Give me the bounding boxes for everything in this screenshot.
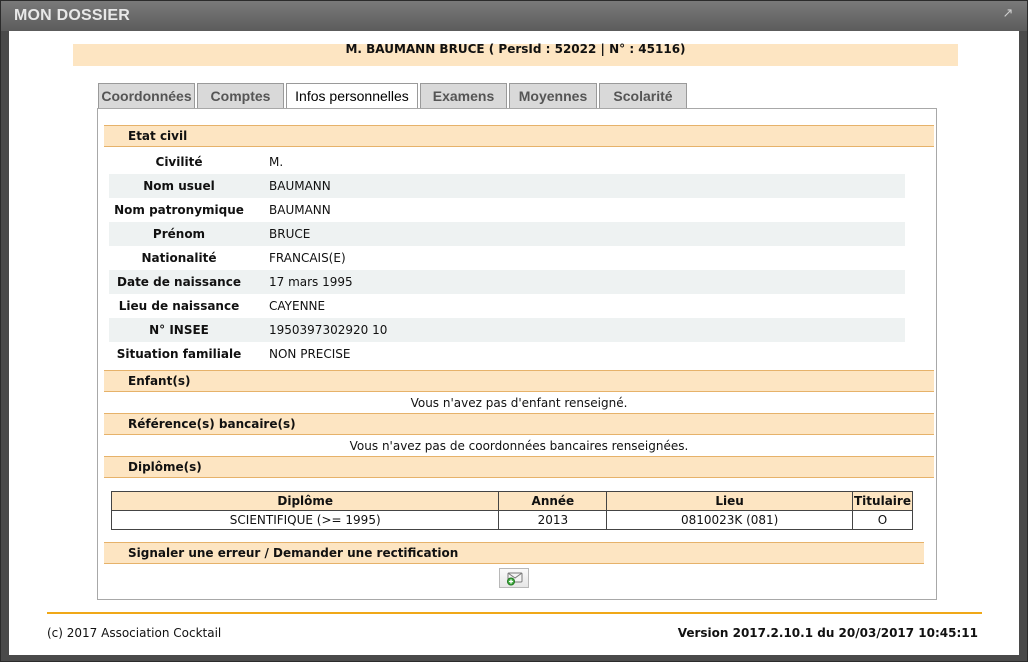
section-header-rectification: Signaler une erreur / Demander une recti… bbox=[104, 542, 924, 564]
envelope-add-icon bbox=[507, 572, 523, 586]
civil-value: NON PRECISE bbox=[269, 347, 351, 361]
diplomes-table: Diplôme Année Lieu Titulaire SCIENTIFIQU… bbox=[110, 491, 914, 530]
civil-row: Nationalité FRANCAIS(E) bbox=[109, 246, 905, 270]
civil-value: M. bbox=[269, 155, 284, 169]
dossier-window: MON DOSSIER ↗ M. BAUMANN BRUCE ( PersId … bbox=[0, 0, 1028, 662]
civil-value: CAYENNE bbox=[269, 299, 326, 313]
civil-value: BAUMANN bbox=[269, 179, 331, 193]
section-header-banque: Référence(s) bancaire(s) bbox=[104, 413, 934, 435]
table-header-row: Diplôme Année Lieu Titulaire bbox=[110, 491, 914, 511]
civil-row: Date de naissance 17 mars 1995 bbox=[109, 270, 905, 294]
tab-examens[interactable]: Examens bbox=[420, 83, 507, 109]
civil-label: Situation familiale bbox=[116, 347, 242, 361]
infos-panel: Etat civil Civilité M. Nom usuel BAUMANN… bbox=[97, 108, 937, 600]
civil-row: Prénom BRUCE bbox=[109, 222, 905, 246]
cell-diplome: SCIENTIFIQUE (>= 1995) bbox=[110, 510, 500, 530]
civil-label: Nationalité bbox=[141, 251, 217, 265]
cell-titulaire: O bbox=[851, 510, 914, 530]
civil-row: Civilité M. bbox=[109, 150, 905, 174]
civil-value: BRUCE bbox=[269, 227, 311, 241]
window-title: MON DOSSIER bbox=[14, 7, 130, 24]
civil-row: Nom patronymique BAUMANN bbox=[109, 198, 905, 222]
banque-message: Vous n'avez pas de coordonnées bancaires… bbox=[349, 439, 689, 453]
civil-value: 17 mars 1995 bbox=[269, 275, 353, 289]
section-header-etat-civil: Etat civil bbox=[104, 125, 934, 147]
civil-label: N° INSEE bbox=[149, 323, 209, 337]
civil-row: Lieu de naissance CAYENNE bbox=[109, 294, 905, 318]
civil-label: Date de naissance bbox=[117, 275, 241, 289]
tab-infos-personnelles[interactable]: Infos personnelles bbox=[286, 83, 418, 110]
civil-value: FRANCAIS(E) bbox=[269, 251, 346, 265]
civil-row: Nom usuel BAUMANN bbox=[109, 174, 905, 198]
civil-label: Prénom bbox=[152, 227, 206, 241]
civil-value: BAUMANN bbox=[269, 203, 331, 217]
column-header-annee: Année bbox=[498, 491, 608, 511]
person-banner-text: M. BAUMANN BRUCE ( PersId : 52022 | N° :… bbox=[345, 42, 686, 56]
column-header-lieu: Lieu bbox=[606, 491, 853, 511]
footer-version: Version 2017.2.10.1 du 20/03/2017 10:45:… bbox=[677, 626, 978, 640]
expand-icon[interactable]: ↗ bbox=[1001, 7, 1015, 21]
footer-copyright: (c) 2017 Association Cocktail bbox=[47, 626, 222, 640]
civil-label: Nom patronymique bbox=[114, 203, 244, 217]
tab-scolarite[interactable]: Scolarité bbox=[599, 83, 687, 109]
tab-bar: Coordonnées Comptes Infos personnelles E… bbox=[98, 83, 689, 110]
tab-coordonnees[interactable]: Coordonnées bbox=[98, 83, 195, 109]
person-banner: M. BAUMANN BRUCE ( PersId : 52022 | N° :… bbox=[73, 42, 958, 66]
civil-row: N° INSEE 1950397302920 10 bbox=[109, 318, 905, 342]
column-header-diplome: Diplôme bbox=[110, 491, 500, 511]
civil-row: Situation familiale NON PRECISE bbox=[109, 342, 905, 366]
civil-value: 1950397302920 10 bbox=[269, 323, 388, 337]
table-row: SCIENTIFIQUE (>= 1995) 2013 0810023K (08… bbox=[110, 510, 914, 530]
window-titlebar[interactable]: MON DOSSIER ↗ bbox=[1, 1, 1027, 31]
window-content: M. BAUMANN BRUCE ( PersId : 52022 | N° :… bbox=[9, 31, 1019, 655]
cell-lieu: 0810023K (081) bbox=[606, 510, 853, 530]
tab-comptes[interactable]: Comptes bbox=[197, 83, 284, 109]
civil-label: Civilité bbox=[155, 155, 203, 169]
column-header-titulaire: Titulaire bbox=[851, 491, 914, 511]
section-header-enfants: Enfant(s) bbox=[104, 370, 934, 392]
footer-divider bbox=[47, 612, 982, 614]
tab-moyennes[interactable]: Moyennes bbox=[509, 83, 597, 109]
cell-annee: 2013 bbox=[498, 510, 608, 530]
civil-label: Nom usuel bbox=[143, 179, 215, 193]
request-rectification-button[interactable] bbox=[499, 568, 529, 588]
enfants-message: Vous n'avez pas d'enfant renseigné. bbox=[410, 396, 628, 410]
civil-label: Lieu de naissance bbox=[118, 299, 240, 313]
section-header-diplomes: Diplôme(s) bbox=[104, 456, 934, 478]
